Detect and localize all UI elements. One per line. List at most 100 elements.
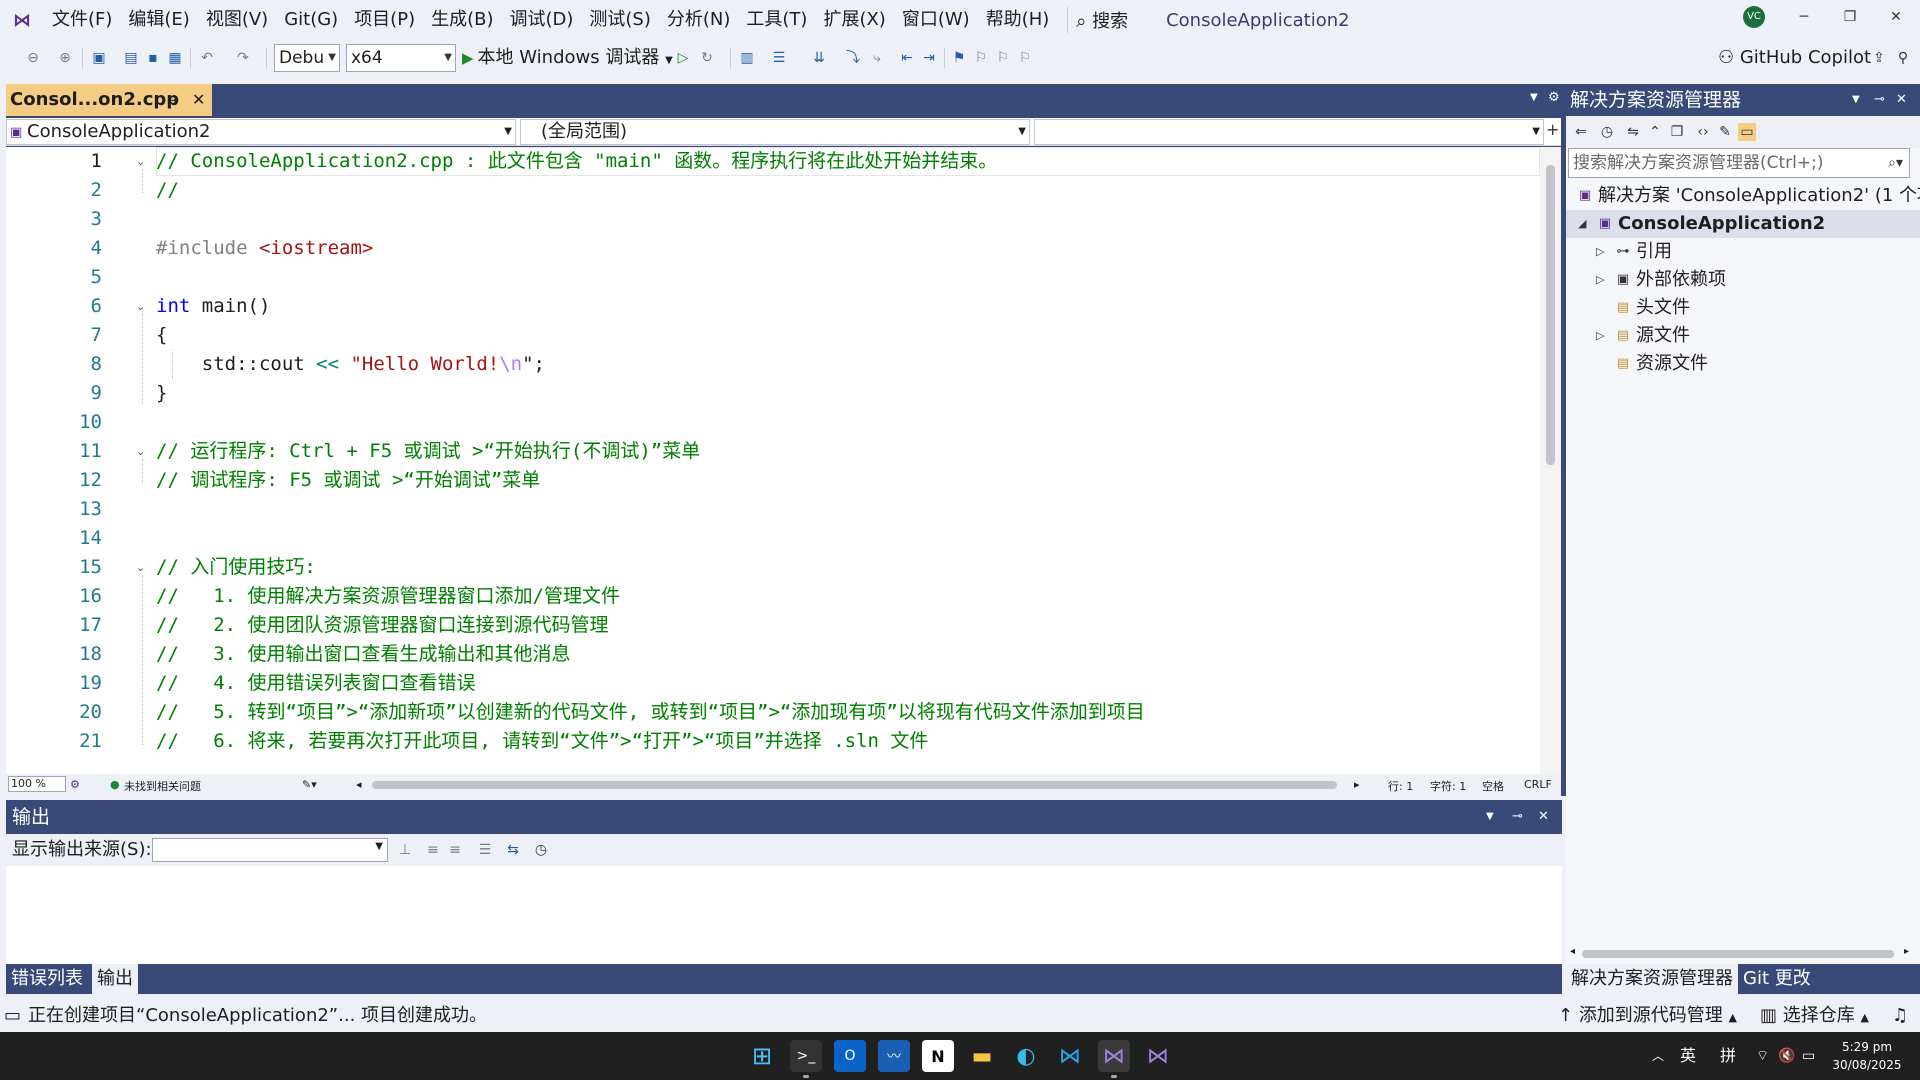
preview-selected-icon[interactable]: ▭ [1738, 123, 1756, 141]
pin-icon[interactable]: ⊸ [1874, 84, 1885, 116]
platform-select[interactable]: x64 ▼ [346, 44, 456, 72]
vertical-scrollbar[interactable] [1540, 147, 1561, 774]
ime-pinyin[interactable]: 拼 [1720, 1032, 1736, 1080]
prev-bookmark-icon[interactable]: ⚐ [972, 49, 990, 67]
menu-git[interactable]: Git(G) [276, 0, 346, 40]
volume-muted-icon[interactable]: 🔇 [1778, 1032, 1795, 1080]
tree-item-source-files[interactable]: ▷ ▤ 源文件 [1566, 322, 1920, 350]
network-icon[interactable]: ⌔ [1756, 1032, 1769, 1080]
tree-item-resource-files[interactable]: ▤ 资源文件 [1566, 350, 1920, 378]
menu-window[interactable]: 窗口(W) [894, 0, 978, 40]
expand-arrow-icon[interactable]: ▷ [1596, 266, 1610, 294]
pending-changes-filter-icon[interactable]: ◷ [1598, 123, 1616, 141]
close-icon[interactable]: ✕ [1896, 84, 1907, 116]
scroll-right-icon[interactable]: ▸ [1354, 778, 1360, 791]
menu-edit[interactable]: 编辑(E) [120, 0, 197, 40]
hot-reload-icon[interactable]: ↻ [698, 49, 716, 67]
solution-search-input[interactable]: 搜索解决方案资源管理器(Ctrl+;) ⌕▾ [1568, 148, 1910, 178]
menu-extensions[interactable]: 扩展(X) [815, 0, 893, 40]
account-avatar[interactable]: VC [1743, 6, 1765, 28]
tab-error-list[interactable]: 错误列表 [6, 964, 88, 994]
file-explorer-icon[interactable]: ▬ [966, 1040, 998, 1072]
scroll-left-icon[interactable]: ◂ [356, 778, 362, 791]
output-source-select[interactable]: ▼ [152, 838, 388, 862]
ime-mode-english[interactable]: 英 [1680, 1032, 1696, 1080]
menu-debug[interactable]: 调试(D) [502, 0, 582, 40]
notification-icon[interactable]: ▭ [4, 1000, 21, 1032]
edge-icon[interactable]: ◐ [1010, 1040, 1042, 1072]
settings-icon[interactable]: ⚙ [1548, 90, 1560, 105]
expand-arrow-icon[interactable]: ▷ [1596, 238, 1610, 266]
menu-view[interactable]: 视图(V) [198, 0, 276, 40]
tree-item-header-files[interactable]: ▤ 头文件 [1566, 294, 1920, 322]
add-to-source-control-button[interactable]: ↑ 添加到源代码管理 ▲ [1558, 1000, 1737, 1034]
close-icon[interactable]: ✕ [1538, 800, 1549, 834]
word-wrap-icon[interactable]: ⇆ [504, 841, 522, 859]
properties-icon[interactable]: ✎ [1716, 123, 1734, 141]
close-window-icon[interactable]: ✕ [1874, 0, 1918, 36]
global-search[interactable]: ⌕ 搜索 [1067, 7, 1136, 33]
bookmark-icon[interactable]: ⚑ [950, 49, 968, 67]
pin-icon[interactable]: ⊸ [1512, 800, 1523, 834]
select-repository-button[interactable]: ▥ 选择仓库 ▲ [1760, 1000, 1869, 1034]
show-all-files-icon[interactable]: ❐ [1668, 123, 1686, 141]
tab-output[interactable]: 输出 [92, 964, 138, 994]
vscode-icon[interactable]: ⋈ [1054, 1040, 1086, 1072]
windows-start-icon[interactable]: ⊞ [746, 1040, 778, 1072]
issues-status[interactable]: 未找到相关问题 [124, 778, 201, 794]
preview-icon[interactable]: ‹› [1694, 123, 1712, 141]
line-indicator[interactable]: 行: 1 [1388, 778, 1413, 794]
close-icon[interactable]: ✕ [192, 84, 205, 116]
restore-icon[interactable]: ❐ [1828, 0, 1872, 36]
horizontal-scrollbar[interactable] [372, 781, 1337, 789]
whiteboard-icon[interactable]: 〰 [878, 1040, 910, 1072]
build-solution-icon[interactable]: ⇊ [810, 49, 828, 67]
scroll-thumb[interactable] [1546, 165, 1555, 465]
tree-item-project[interactable]: ◢ ▣ ConsoleApplication2 [1566, 210, 1920, 238]
sync-active-document-icon[interactable]: ⇋ [1624, 123, 1642, 141]
solution-horizontal-scrollbar[interactable] [1582, 950, 1894, 958]
menu-analyze[interactable]: 分析(N) [659, 0, 739, 40]
format-document-icon[interactable]: ☰ [770, 49, 788, 67]
menu-file[interactable]: 文件(F) [44, 0, 120, 40]
terminal-icon[interactable]: >_ [790, 1040, 822, 1078]
char-indicator[interactable]: 字符: 1 [1430, 778, 1466, 794]
expand-arrow-icon[interactable]: ▷ [1596, 322, 1610, 350]
collapse-all-icon[interactable]: ⌃ [1646, 123, 1664, 141]
visual-studio-icon[interactable]: ⋈ [1098, 1040, 1130, 1078]
indent-icon[interactable]: ⇥ [920, 49, 938, 67]
battery-icon[interactable]: ▭ [1802, 1032, 1815, 1080]
chevron-down-icon[interactable]: ▼ [1486, 800, 1494, 834]
timestamp-icon[interactable]: ◷ [532, 841, 550, 859]
open-file-icon[interactable]: ▤ [122, 49, 140, 67]
notion-icon[interactable]: N [922, 1040, 954, 1072]
navigate-forward-icon[interactable]: ⊕ [56, 49, 74, 67]
code-editor[interactable]: 1 2 3 4 5 6 7 8 9 10 11 12 13 14 15 16 1… [6, 147, 1540, 774]
step-over-icon[interactable]: ⤷ [868, 49, 886, 67]
member-dropdown[interactable]: ▼ [1034, 119, 1544, 145]
feedback-icon[interactable]: ⚲ [1894, 49, 1912, 67]
find-message-icon[interactable]: ⊥ [396, 841, 414, 859]
intellicode-icon[interactable]: ⚙ [70, 778, 80, 791]
whitespace-indicator[interactable]: 空格 [1482, 778, 1504, 794]
start-without-debugging-icon[interactable]: ▷ [674, 49, 692, 67]
notifications-bell-icon[interactable]: ♫ [1892, 1000, 1908, 1032]
outlook-icon[interactable]: O [834, 1040, 866, 1072]
minimize-icon[interactable]: ─ [1782, 0, 1826, 36]
split-editor-icon[interactable]: + [1546, 120, 1559, 139]
undo-icon[interactable]: ↶ [198, 49, 216, 67]
scroll-left-icon[interactable]: ◂ [1570, 946, 1575, 957]
new-project-icon[interactable]: ▣ [90, 49, 108, 67]
next-message-icon[interactable]: ≡ [446, 841, 464, 859]
menu-tools[interactable]: 工具(T) [738, 0, 815, 40]
share-icon[interactable]: ⇪ [1870, 49, 1888, 67]
tree-item-external-dependencies[interactable]: ▷ ▣ 外部依赖项 [1566, 266, 1920, 294]
chevron-down-icon[interactable]: ▼ [1852, 84, 1860, 116]
github-copilot-button[interactable]: ⚇ GitHub Copilot [1718, 44, 1871, 72]
save-all-icon[interactable]: ▦ [166, 49, 184, 67]
previous-message-icon[interactable]: ≡ [424, 841, 442, 859]
solution-config-icon[interactable]: ▥ [738, 49, 756, 67]
show-hidden-icons-icon[interactable]: ︿ [1652, 1032, 1664, 1080]
line-ending-indicator[interactable]: CRLF [1524, 778, 1552, 791]
visual-studio-installer-icon[interactable]: ⋈ [1142, 1040, 1174, 1072]
